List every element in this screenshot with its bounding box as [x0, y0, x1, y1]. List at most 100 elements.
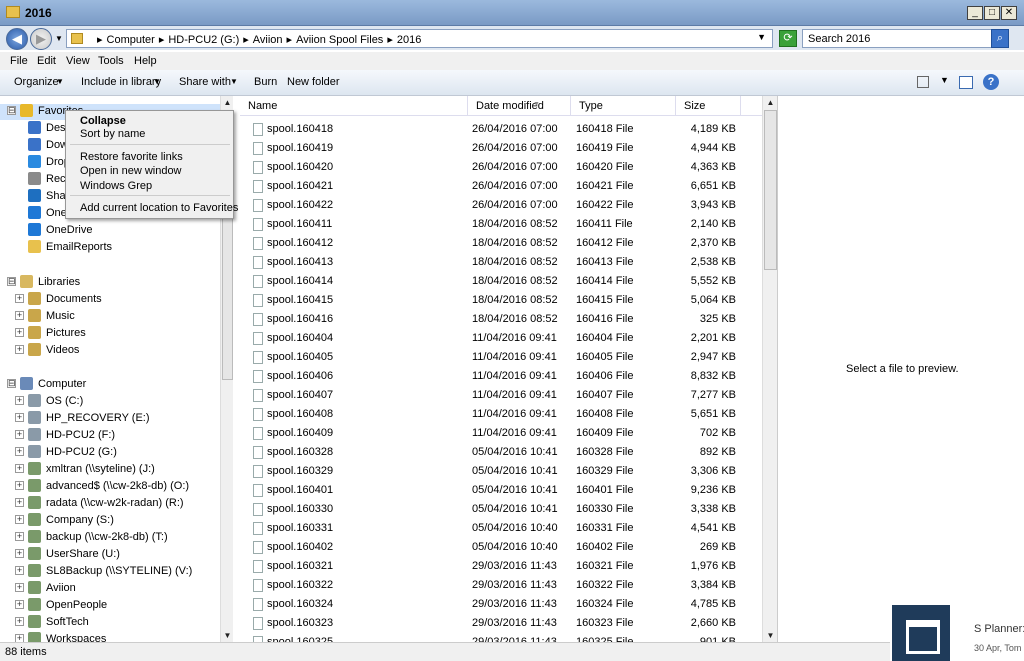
file-row[interactable]: spool.160406 11/04/2016 09:41 160406 File 8…	[240, 367, 762, 386]
nav-drive-item[interactable]: + HD-PCU2 (F:)	[0, 428, 222, 444]
file-row[interactable]: spool.160325 29/03/2016 11:43 160325 File 9…	[240, 633, 762, 642]
nav-drive-item[interactable]: + HD-PCU2 (G:)	[0, 445, 222, 461]
toolbar-include-in-library-button[interactable]: Include in library	[81, 76, 161, 88]
nav-libraries[interactable]: ⊟ Libraries	[0, 275, 222, 291]
file-row[interactable]: spool.160408 11/04/2016 09:41 160408 File 5…	[240, 405, 762, 424]
scroll-up-icon[interactable]: ▲	[765, 97, 776, 108]
expand-toggle-icon[interactable]: +	[15, 345, 24, 354]
menu-view[interactable]: View	[66, 55, 90, 67]
breadcrumb-separator-icon[interactable]: ▸	[287, 34, 293, 46]
toolbar-organize-button[interactable]: Organize	[14, 76, 59, 88]
nav-library-item[interactable]: + Documents	[0, 292, 222, 308]
dropdown-chevron-icon[interactable]: ▼	[153, 77, 161, 86]
toolbar-burn-button[interactable]: Burn	[254, 76, 277, 88]
nav-drive-item[interactable]: + radata (\\cw-w2k-radan) (R:)	[0, 496, 222, 512]
nav-drive-item[interactable]: + OS (C:)	[0, 394, 222, 410]
file-row[interactable]: spool.160321 29/03/2016 11:43 160321 File 1…	[240, 557, 762, 576]
expand-toggle-icon[interactable]: +	[15, 515, 24, 524]
file-row[interactable]: spool.160323 29/03/2016 11:43 160323 File 2…	[240, 614, 762, 633]
expand-toggle-icon[interactable]: +	[15, 566, 24, 575]
context-restore-favorite-links[interactable]: Restore favorite links	[80, 151, 183, 163]
file-row[interactable]: spool.160411 18/04/2016 08:52 160411 File 2…	[240, 215, 762, 234]
nav-drive-item[interactable]: + SL8Backup (\\SYTELINE) (V:)	[0, 564, 222, 580]
column-date-modified[interactable]: Date modified	[468, 96, 571, 116]
expand-toggle-icon[interactable]: ⊟	[7, 277, 16, 286]
file-row[interactable]: spool.160330 05/04/2016 10:41 160330 File 3…	[240, 500, 762, 519]
file-row[interactable]: spool.160412 18/04/2016 08:52 160412 File 2…	[240, 234, 762, 253]
expand-toggle-icon[interactable]: +	[15, 328, 24, 337]
nav-drive-item[interactable]: + UserShare (U:)	[0, 547, 222, 563]
expand-toggle-icon[interactable]: +	[15, 481, 24, 490]
change-view-icon[interactable]	[917, 76, 929, 88]
nav-drive-item[interactable]: + advanced$ (\\cw-2k8-db) (O:)	[0, 479, 222, 495]
nav-computer[interactable]: ⊟ Computer	[0, 377, 222, 393]
dropdown-chevron-icon[interactable]: ▼	[56, 77, 64, 86]
breadcrumb-separator-icon[interactable]: ▸	[387, 34, 393, 46]
file-row[interactable]: spool.160414 18/04/2016 08:52 160414 File 5…	[240, 272, 762, 291]
breadcrumb-separator-icon[interactable]: ▸	[243, 34, 249, 46]
search-icon[interactable]: ⌕	[991, 29, 1009, 48]
context-windows-grep[interactable]: Windows Grep	[80, 180, 152, 192]
breadcrumb-item[interactable]: Computer	[107, 34, 155, 46]
file-row[interactable]: spool.160401 05/04/2016 10:41 160401 File 9…	[240, 481, 762, 500]
file-row[interactable]: spool.160402 05/04/2016 10:40 160402 File 2…	[240, 538, 762, 557]
breadcrumb-separator-icon[interactable]: ▸	[97, 34, 103, 46]
expand-toggle-icon[interactable]: +	[15, 532, 24, 541]
menu-edit[interactable]: Edit	[37, 55, 56, 67]
breadcrumb-item[interactable]: Aviion Spool Files	[296, 34, 383, 46]
file-row[interactable]: spool.160404 11/04/2016 09:41 160404 File 2…	[240, 329, 762, 348]
nav-library-item[interactable]: + Videos	[0, 343, 222, 359]
context-open-in-new-window[interactable]: Open in new window	[80, 165, 182, 177]
file-list-scrollbar[interactable]: ▲ ▼	[762, 96, 777, 642]
toolbar-share-with-button[interactable]: Share with	[179, 76, 231, 88]
file-row[interactable]: spool.160329 05/04/2016 10:41 160329 File 3…	[240, 462, 762, 481]
file-row[interactable]: spool.160331 05/04/2016 10:40 160331 File 4…	[240, 519, 762, 538]
nav-library-item[interactable]: + Pictures	[0, 326, 222, 342]
search-input[interactable]: Search 2016	[802, 29, 994, 48]
preview-pane-icon[interactable]	[959, 76, 973, 89]
expand-toggle-icon[interactable]: +	[15, 396, 24, 405]
refresh-button[interactable]: ⟳	[779, 30, 797, 47]
nav-drive-item[interactable]: + Workspaces	[0, 632, 222, 642]
file-row[interactable]: spool.160416 18/04/2016 08:52 160416 File 3…	[240, 310, 762, 329]
expand-toggle-icon[interactable]: +	[15, 583, 24, 592]
file-row[interactable]: spool.160407 11/04/2016 09:41 160407 File 7…	[240, 386, 762, 405]
nav-library-item[interactable]: + Music	[0, 309, 222, 325]
context-add-current-location-to-favorites[interactable]: Add current location to Favorites	[80, 202, 238, 214]
breadcrumb-separator-icon[interactable]: ▸	[159, 34, 165, 46]
nav-drive-item[interactable]: + HP_RECOVERY (E:)	[0, 411, 222, 427]
expand-toggle-icon[interactable]: +	[15, 617, 24, 626]
file-row[interactable]: spool.160415 18/04/2016 08:52 160415 File 5…	[240, 291, 762, 310]
maximize-button[interactable]: □	[984, 6, 1000, 20]
nav-drive-item[interactable]: + Aviion	[0, 581, 222, 597]
scroll-down-icon[interactable]: ▼	[222, 630, 233, 641]
menu-file[interactable]: File	[10, 55, 28, 67]
file-row[interactable]: spool.160419 26/04/2016 07:00 160419 File 4…	[240, 139, 762, 158]
expand-toggle-icon[interactable]: ⊟	[7, 106, 16, 115]
recent-pages-chevron-icon[interactable]: ▼	[55, 34, 63, 43]
address-dropdown-icon[interactable]: ▼	[757, 32, 766, 42]
file-row[interactable]: spool.160405 11/04/2016 09:41 160405 File 2…	[240, 348, 762, 367]
nav-favorite-item[interactable]: OneDrive	[0, 223, 222, 239]
scroll-down-icon[interactable]: ▼	[765, 630, 776, 641]
breadcrumb-item[interactable]: HD-PCU2 (G:)	[168, 34, 239, 46]
file-row[interactable]: spool.160421 26/04/2016 07:00 160421 File 6…	[240, 177, 762, 196]
scroll-thumb[interactable]	[764, 110, 777, 270]
expand-toggle-icon[interactable]: +	[15, 498, 24, 507]
column-size[interactable]: Size	[676, 96, 741, 116]
scroll-up-icon[interactable]: ▲	[222, 97, 233, 108]
back-button[interactable]: ◀	[6, 28, 28, 50]
expand-toggle-icon[interactable]: +	[15, 447, 24, 456]
nav-drive-item[interactable]: + OpenPeople	[0, 598, 222, 614]
column-type[interactable]: Type	[571, 96, 676, 116]
file-row[interactable]: spool.160322 29/03/2016 11:43 160322 File 3…	[240, 576, 762, 595]
nav-drive-item[interactable]: + xmltran (\\syteline) (J:)	[0, 462, 222, 478]
expand-toggle-icon[interactable]: +	[15, 294, 24, 303]
context-sort-by-name[interactable]: Sort by name	[80, 128, 145, 140]
forward-button[interactable]: ▶	[30, 28, 52, 50]
expand-toggle-icon[interactable]: +	[15, 634, 24, 642]
minimize-button[interactable]: _	[967, 6, 983, 20]
toolbar-new-folder-button[interactable]: New folder	[287, 76, 340, 88]
close-button[interactable]: ✕	[1001, 6, 1017, 20]
context-collapse[interactable]: Collapse	[80, 115, 126, 127]
